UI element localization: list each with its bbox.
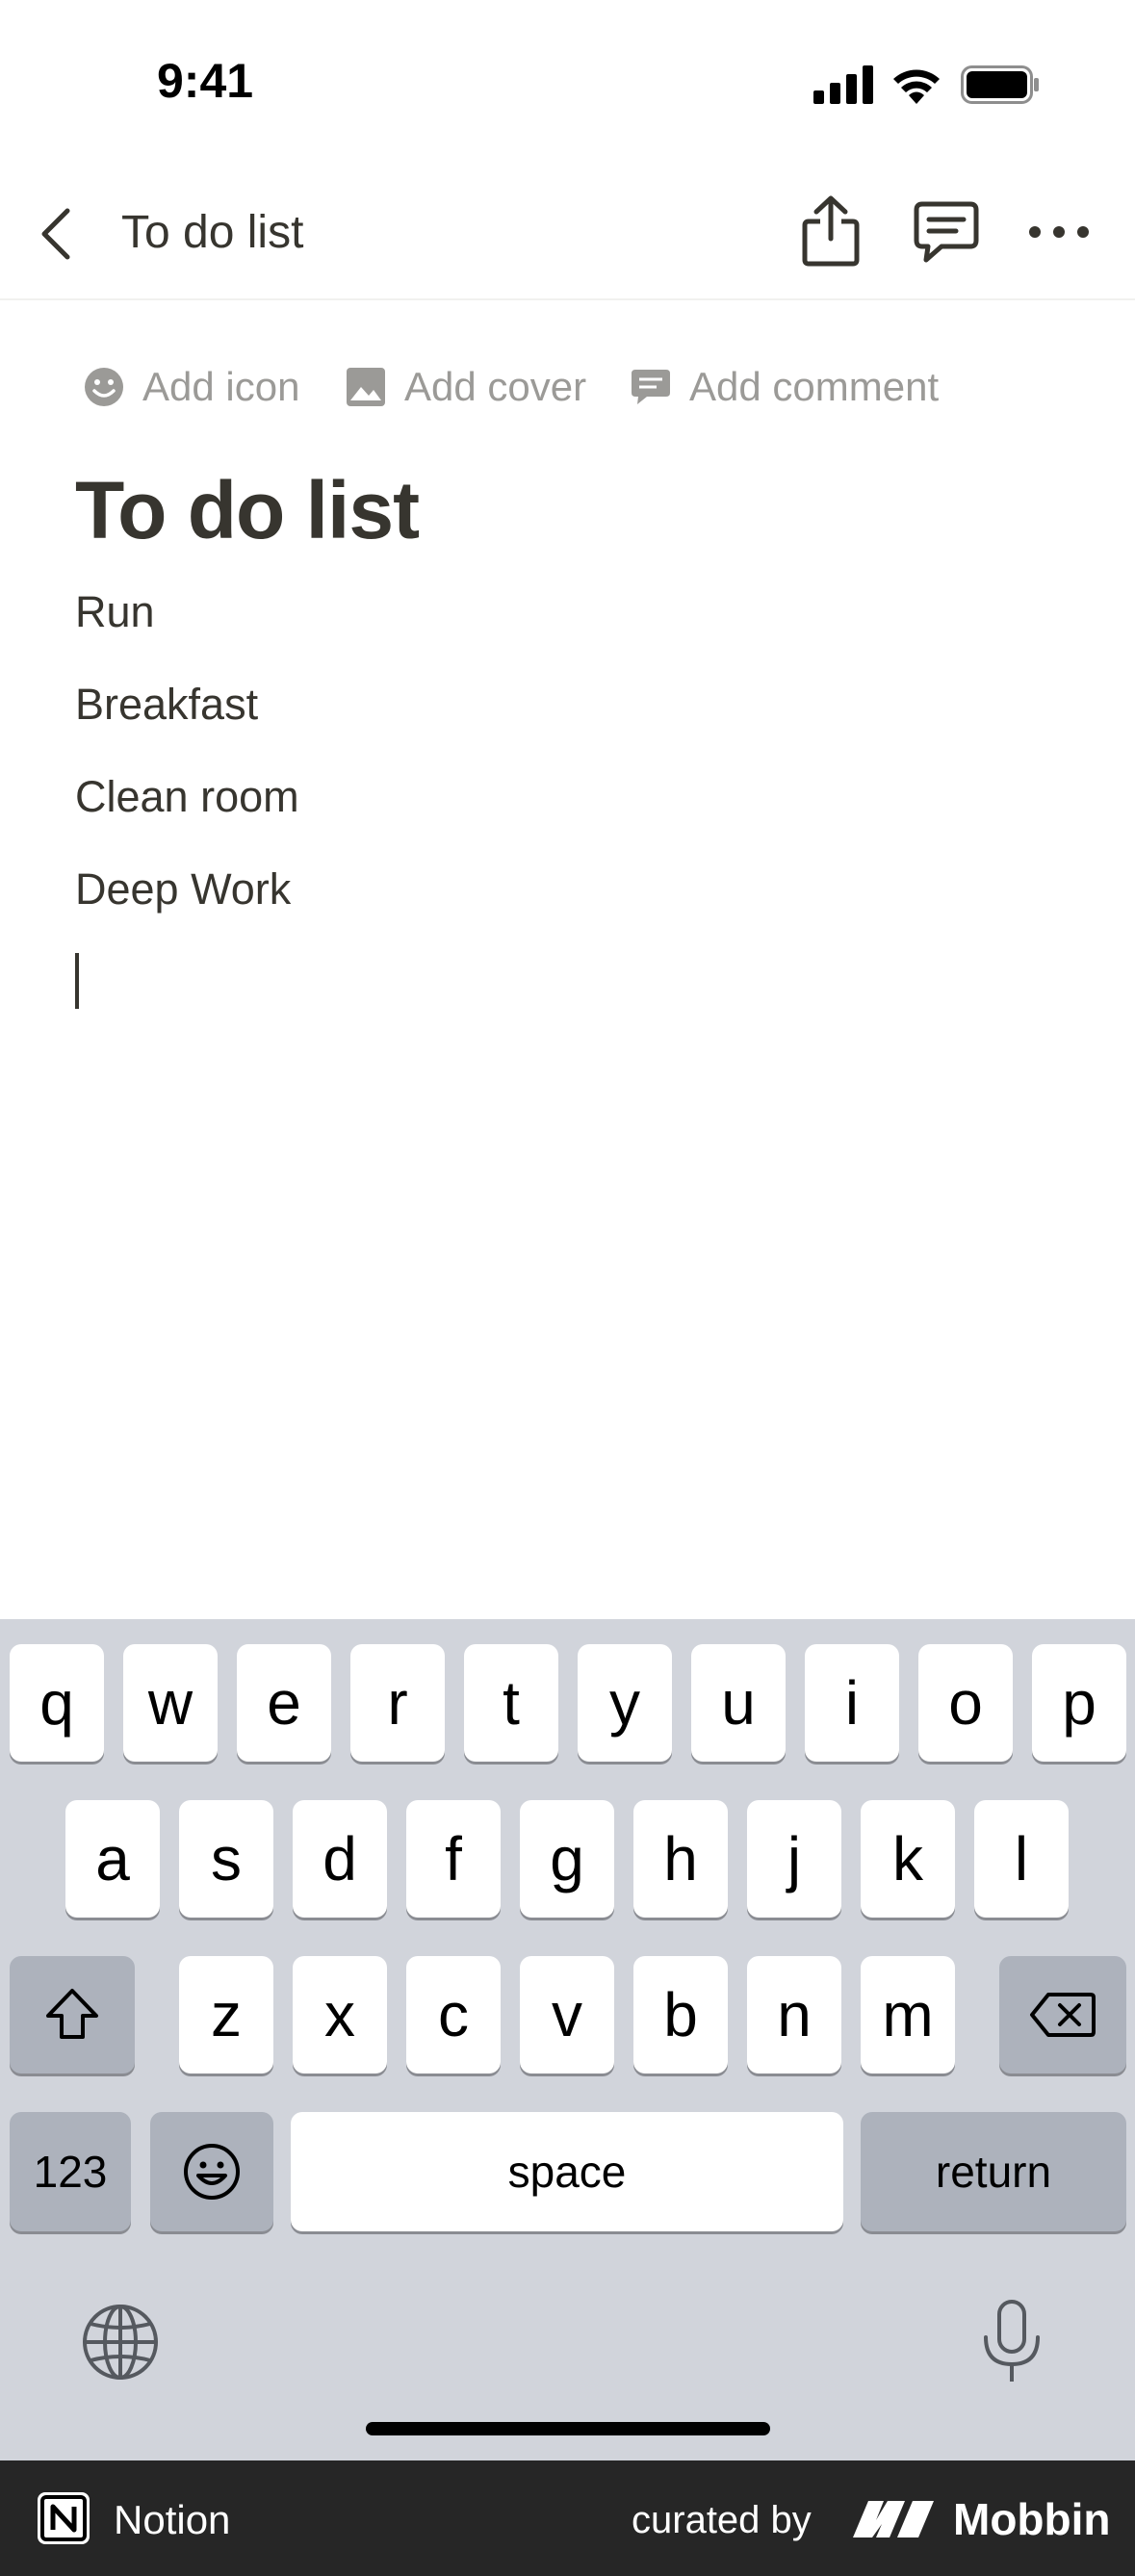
text-block[interactable]: Clean room [75, 772, 299, 822]
text-cursor [75, 953, 79, 1009]
key-d[interactable]: d [293, 1800, 387, 1918]
key-q[interactable]: q [10, 1644, 104, 1762]
page-title[interactable]: To do list [75, 464, 420, 557]
text-block[interactable]: Breakfast [75, 680, 258, 730]
key-s[interactable]: s [179, 1800, 273, 1918]
nav-title: To do list [121, 207, 304, 258]
home-indicator [366, 2422, 770, 2435]
space-key[interactable]: space [291, 2112, 843, 2231]
wifi-icon [893, 69, 940, 104]
keyboard: q w e r t y u i o p a s d f g h j k l z … [0, 1619, 1135, 2460]
key-j[interactable]: j [747, 1800, 841, 1918]
smiley-icon [85, 368, 123, 406]
app-name: Notion [114, 2497, 231, 2542]
key-a[interactable]: a [65, 1800, 160, 1918]
brand-name: Mobbin [953, 2494, 1111, 2544]
key-y[interactable]: y [578, 1644, 672, 1762]
key-x[interactable]: x [293, 1956, 387, 2074]
key-f[interactable]: f [406, 1800, 501, 1918]
more-icon[interactable] [1028, 218, 1090, 246]
delete-icon [1030, 1993, 1096, 2037]
comment-icon [632, 370, 670, 404]
key-l[interactable]: l [974, 1800, 1069, 1918]
shift-key[interactable] [10, 1956, 135, 2074]
microphone-icon[interactable] [980, 2299, 1044, 2385]
key-w[interactable]: w [123, 1644, 218, 1762]
key-z[interactable]: z [179, 1956, 273, 2074]
delete-key[interactable] [999, 1956, 1126, 2074]
add-comment-label: Add comment [689, 364, 940, 409]
globe-icon[interactable] [81, 2303, 160, 2382]
key-h[interactable]: h [633, 1800, 728, 1918]
key-u[interactable]: u [691, 1644, 786, 1762]
text-block[interactable]: Deep Work [75, 864, 291, 914]
key-c[interactable]: c [406, 1956, 501, 2074]
key-m[interactable]: m [861, 1956, 955, 2074]
shift-icon [46, 1989, 98, 2039]
battery-icon [961, 65, 1039, 104]
status-time: 9:41 [157, 54, 254, 108]
add-icon-button[interactable]: Add icon [83, 358, 299, 416]
share-icon[interactable] [801, 194, 861, 268]
curated-by-label: curated by [632, 2499, 812, 2541]
key-t[interactable]: t [464, 1644, 558, 1762]
key-v[interactable]: v [520, 1956, 614, 2074]
emoji-icon [184, 2144, 240, 2200]
add-cover-label: Add cover [404, 364, 587, 409]
key-r[interactable]: r [350, 1644, 445, 1762]
key-n[interactable]: n [747, 1956, 841, 2074]
numbers-key[interactable]: 123 [10, 2112, 131, 2231]
key-g[interactable]: g [520, 1800, 614, 1918]
return-key[interactable]: return [861, 2112, 1126, 2231]
key-k[interactable]: k [861, 1800, 955, 1918]
add-cover-button[interactable]: Add cover [345, 358, 586, 416]
notion-logo-icon [38, 2492, 90, 2544]
comments-icon[interactable] [913, 198, 980, 266]
back-icon[interactable] [39, 207, 73, 261]
signal-icon [813, 65, 873, 104]
emoji-key[interactable] [150, 2112, 273, 2231]
mobbin-logo-icon [853, 2501, 934, 2537]
image-icon [347, 368, 385, 406]
key-p[interactable]: p [1032, 1644, 1126, 1762]
key-b[interactable]: b [633, 1956, 728, 2074]
key-i[interactable]: i [805, 1644, 899, 1762]
key-e[interactable]: e [237, 1644, 331, 1762]
text-block[interactable]: Run [75, 587, 155, 637]
add-icon-label: Add icon [142, 364, 300, 409]
add-comment-button[interactable]: Add comment [630, 358, 939, 416]
key-o[interactable]: o [918, 1644, 1013, 1762]
